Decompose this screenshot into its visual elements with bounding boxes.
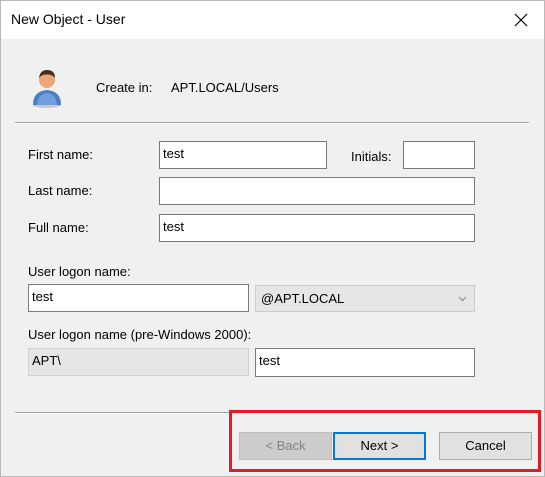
domain-suffix-select[interactable]: @APT.LOCAL xyxy=(255,285,475,312)
full-name-label: Full name: xyxy=(28,220,89,235)
create-in-path: APT.LOCAL/Users xyxy=(171,80,279,95)
back-button[interactable]: < Back xyxy=(239,432,332,460)
cancel-button[interactable]: Cancel xyxy=(439,432,532,460)
new-object-user-dialog: New Object - User Create in: APT.LOCAL/U… xyxy=(0,0,545,477)
last-name-field[interactable] xyxy=(159,177,475,205)
user-icon xyxy=(33,70,61,108)
first-name-label: First name: xyxy=(28,147,94,162)
logon-name-label: User logon name: xyxy=(28,264,131,279)
initials-label: Initials: xyxy=(351,149,392,164)
first-name-field[interactable]: test xyxy=(159,141,327,169)
close-button[interactable] xyxy=(498,1,544,39)
last-name-label: Last name: xyxy=(28,183,93,198)
create-in-label: Create in: xyxy=(96,80,153,95)
logon-name-field[interactable]: test xyxy=(28,284,249,312)
pre2000-name-field[interactable]: test xyxy=(255,348,475,377)
window-title: New Object - User xyxy=(11,11,126,27)
bottom-separator xyxy=(15,412,233,414)
top-separator xyxy=(15,122,529,124)
close-icon xyxy=(514,13,528,27)
title-bar: New Object - User xyxy=(1,1,544,39)
full-name-field[interactable]: test xyxy=(159,214,475,242)
next-button[interactable]: Next > xyxy=(333,432,426,460)
pre2000-label: User logon name (pre-Windows 2000): xyxy=(28,327,252,342)
domain-suffix-value: @APT.LOCAL xyxy=(261,291,345,306)
pre2000-domain-field: APT\ xyxy=(28,348,249,376)
chevron-down-icon xyxy=(458,296,467,302)
initials-field[interactable] xyxy=(403,141,475,169)
